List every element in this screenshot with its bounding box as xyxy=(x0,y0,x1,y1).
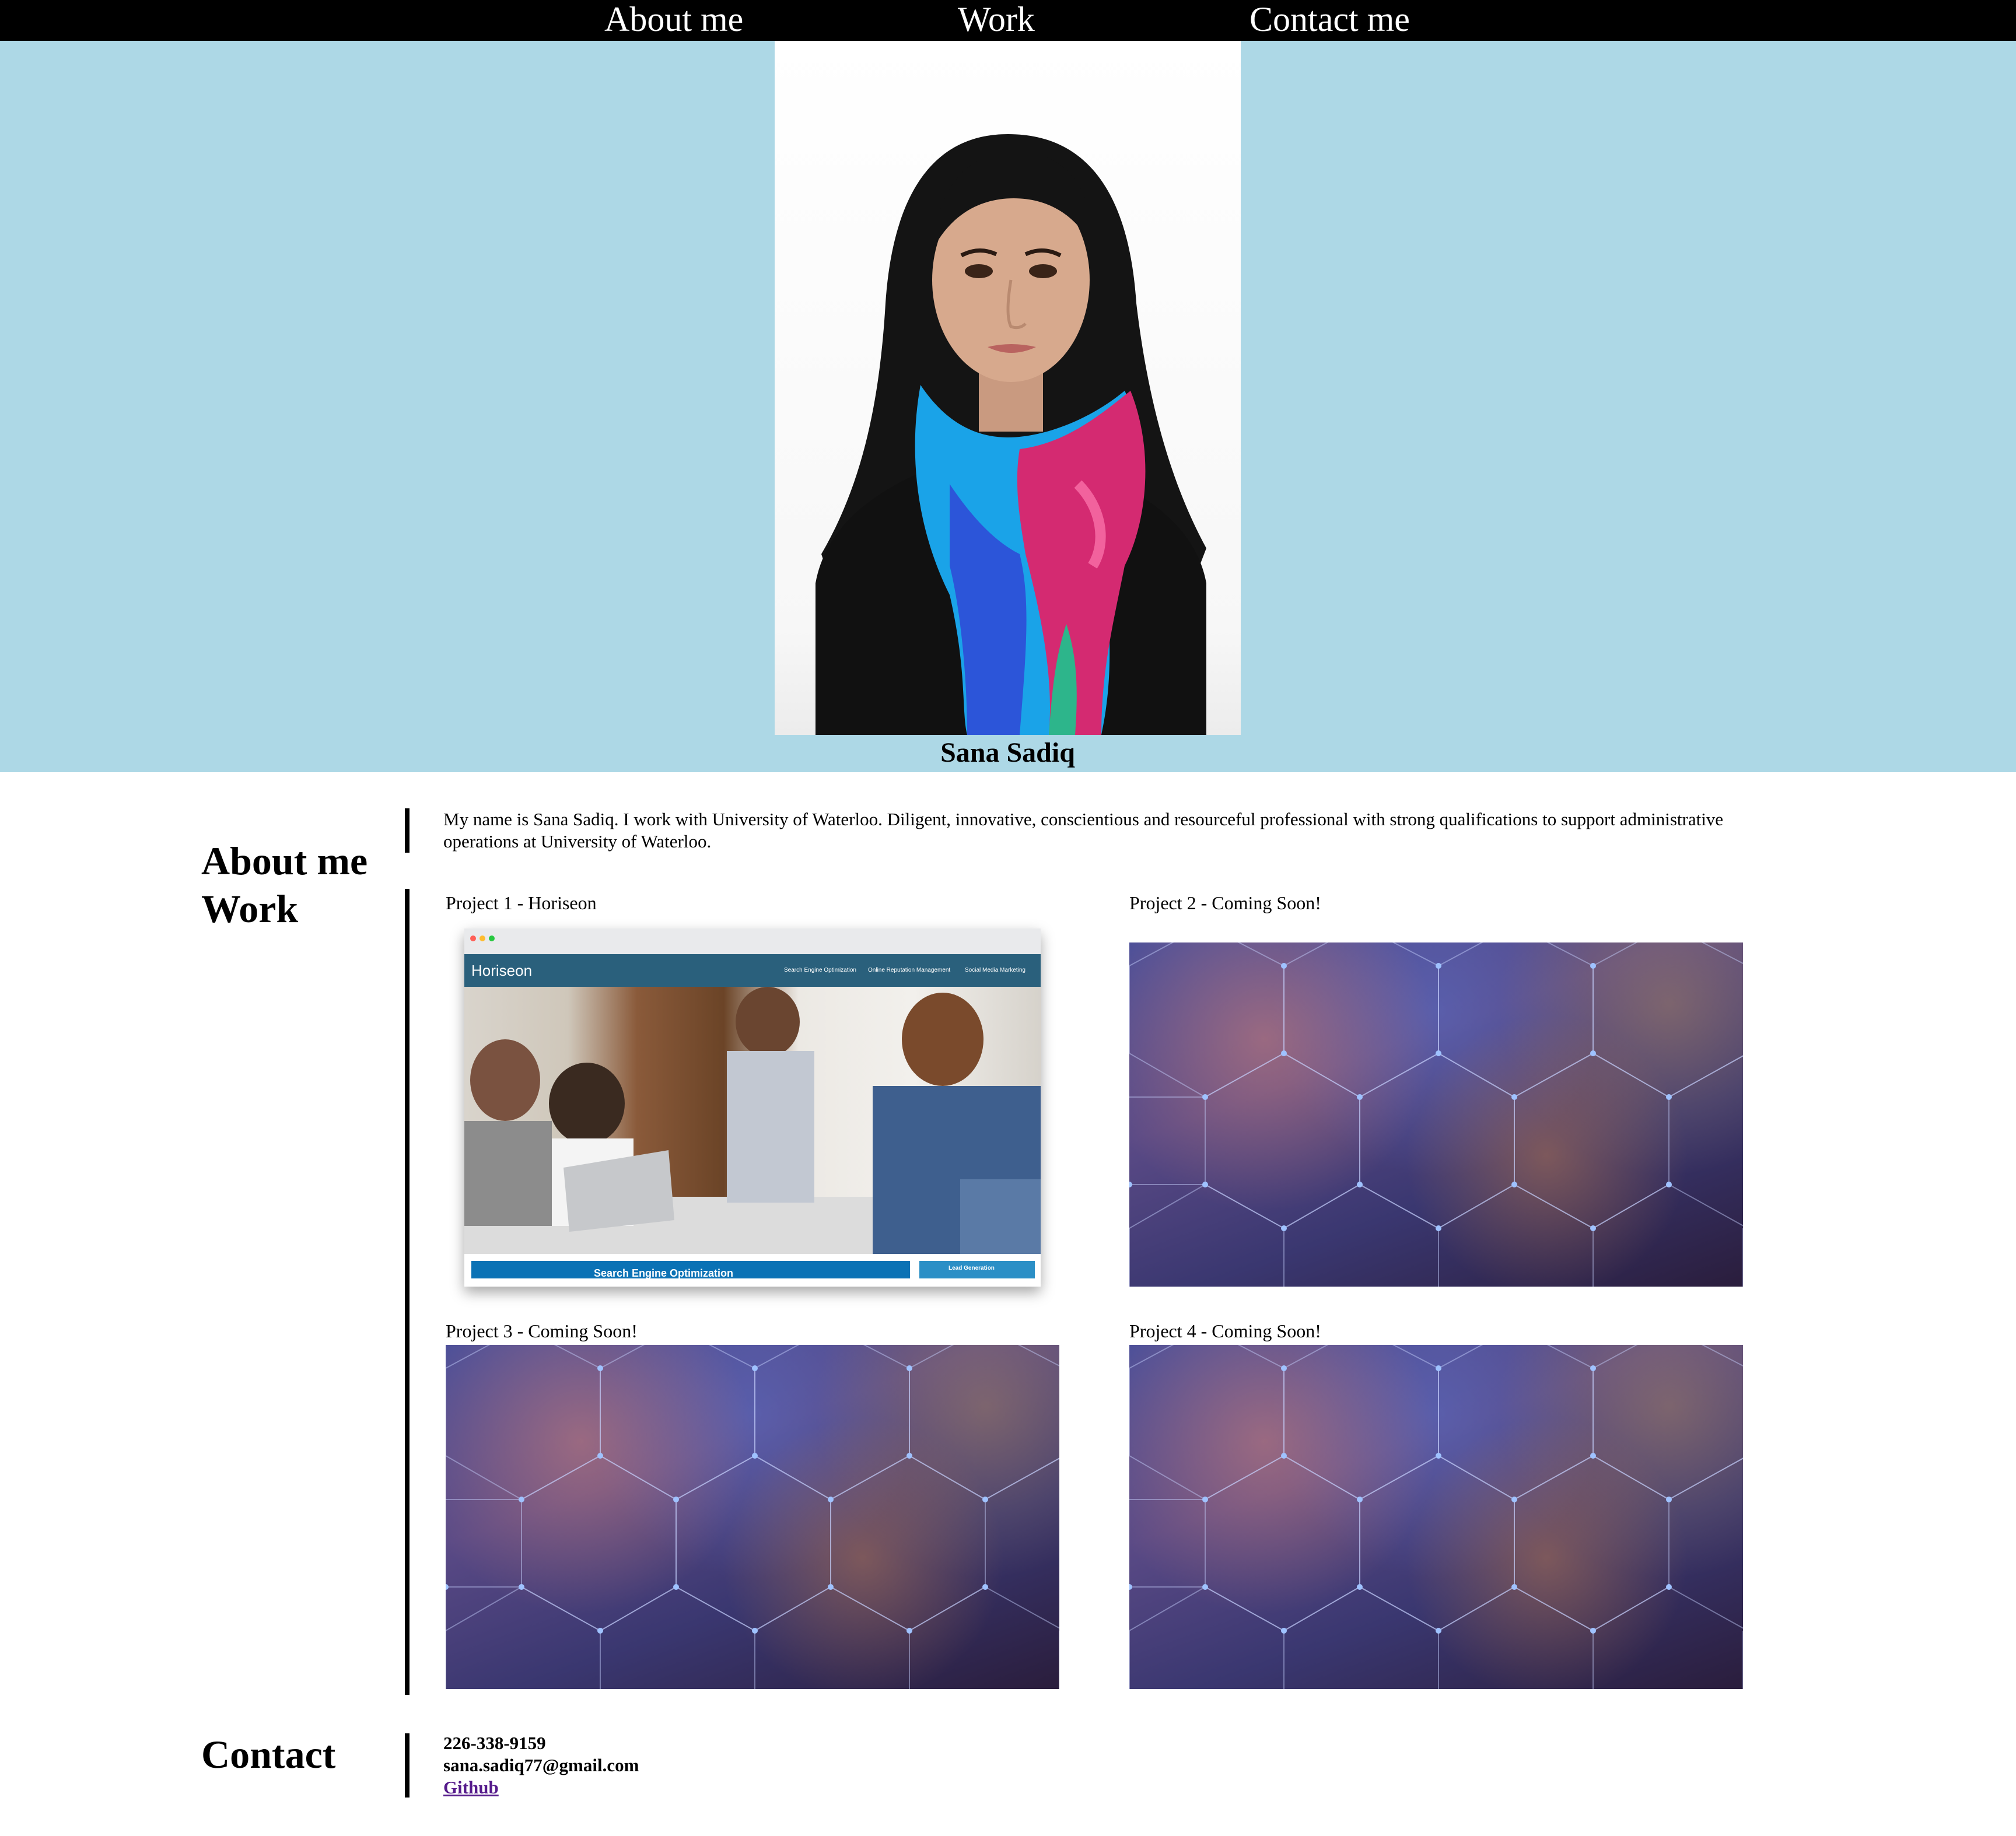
browser-chrome xyxy=(464,928,1041,955)
horiseon-lead-banner: Lead Generation xyxy=(919,1261,1035,1278)
top-nav: About me Work Contact me xyxy=(0,0,2016,41)
project-3-label[interactable]: Project 3 - Coming Soon! xyxy=(446,1319,638,1343)
horiseon-lead-banner-text: Lead Generation xyxy=(949,1265,995,1271)
hero-banner: Sana Sadiq xyxy=(0,41,2016,772)
github-link[interactable]: Github xyxy=(443,1777,499,1798)
horiseon-menu-seo: Search Engine Optimization xyxy=(784,967,856,973)
project-3-placeholder-image[interactable] xyxy=(446,1345,1059,1689)
about-text: My name is Sana Sadiq. I work with Unive… xyxy=(443,809,1724,852)
horiseon-menu-orm: Online Reputation Management xyxy=(868,967,951,973)
horiseon-seo-banner-text: Search Engine Optimization xyxy=(594,1267,734,1279)
about-divider xyxy=(405,808,410,853)
minimize-dot-icon xyxy=(480,935,485,941)
project-4-placeholder-image[interactable] xyxy=(1129,1345,1743,1689)
profile-name: Sana Sadiq xyxy=(940,737,1075,768)
work-divider xyxy=(405,889,410,1695)
contact-heading: Contact xyxy=(201,1732,336,1777)
project-1-label[interactable]: Project 1 - Horiseon xyxy=(446,891,597,915)
contact-divider xyxy=(405,1733,410,1798)
horiseon-header: Horiseon Search Engine Optimization Onli… xyxy=(464,954,1041,987)
horiseon-hero-photo xyxy=(464,987,1041,1254)
nav-link-about[interactable]: About me xyxy=(604,0,743,41)
project-2-label[interactable]: Project 2 - Coming Soon! xyxy=(1129,891,1321,915)
profile-photo xyxy=(775,41,1241,735)
project-1-screenshot[interactable]: Horiseon Search Engine Optimization Onli… xyxy=(464,928,1041,1287)
nav-link-work[interactable]: Work xyxy=(958,0,1035,41)
maximize-dot-icon xyxy=(489,935,495,941)
horiseon-logo: Horiseon xyxy=(471,962,533,979)
close-dot-icon xyxy=(470,935,476,941)
horiseon-menu-smm: Social Media Marketing xyxy=(965,967,1026,973)
contact-email[interactable]: sana.sadiq77@gmail.com xyxy=(443,1754,639,1777)
about-heading: About me xyxy=(201,839,368,884)
nav-link-contact[interactable]: Contact me xyxy=(1250,0,1410,41)
contact-phone: 226-338-9159 xyxy=(443,1733,546,1753)
project-4-label[interactable]: Project 4 - Coming Soon! xyxy=(1129,1319,1321,1343)
work-heading: Work xyxy=(201,887,299,931)
horiseon-seo-banner: Search Engine Optimization xyxy=(471,1261,910,1279)
project-2-placeholder-image[interactable] xyxy=(1129,942,1743,1287)
